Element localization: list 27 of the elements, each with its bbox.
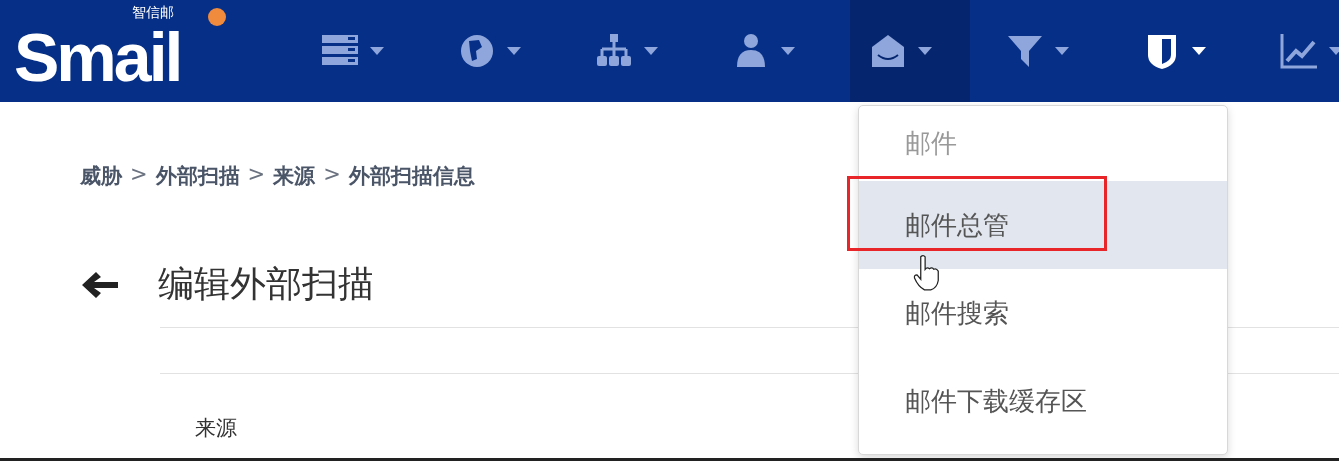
breadcrumb-separator: > <box>247 162 266 188</box>
logo-subtitle: 智信邮 <box>132 5 174 19</box>
menu-header: 邮件 <box>904 127 958 160</box>
breadcrumb-link[interactable]: 外部扫描 <box>155 162 240 190</box>
page-title: 编辑外部扫描 <box>158 262 374 306</box>
breadcrumb-link[interactable]: 威胁 <box>80 162 122 190</box>
breadcrumb-separator: > <box>323 162 341 188</box>
caret-icon <box>507 47 521 55</box>
hand-cursor-icon <box>912 254 942 292</box>
caret-icon <box>370 47 384 55</box>
menu-item[interactable]: 邮件总管 <box>859 181 1227 269</box>
breadcrumb-link[interactable]: 外部扫描信息 <box>348 162 475 190</box>
breadcrumb-separator: > <box>130 162 148 188</box>
logo-dot-icon <box>208 8 226 26</box>
caret-icon <box>918 47 932 55</box>
menu-item[interactable]: 邮件下载缓存区 <box>859 357 1227 445</box>
breadcrumb-link[interactable]: 来源 <box>273 162 316 190</box>
caret-icon <box>1192 47 1206 55</box>
caret-icon <box>781 47 795 55</box>
menu-item[interactable]: 邮件搜索 <box>859 269 1227 357</box>
caret-icon <box>1329 47 1339 55</box>
field-label: 来源 <box>195 415 238 442</box>
nav-menu-button[interactable] <box>850 0 970 102</box>
logo-text: Smail <box>14 23 181 91</box>
chart-icon <box>1279 31 1319 71</box>
caret-icon <box>644 47 658 55</box>
caret-icon <box>1055 47 1069 55</box>
